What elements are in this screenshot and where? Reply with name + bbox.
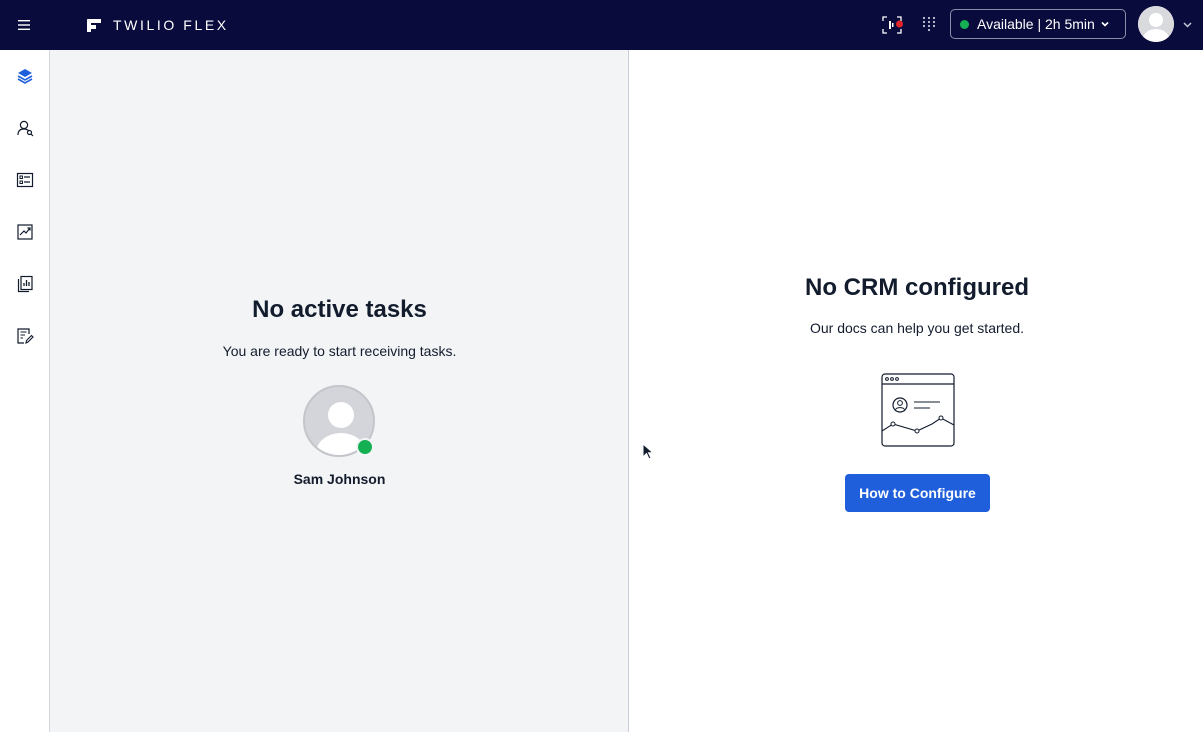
crm-subtitle: Our docs can help you get started. [809, 320, 1024, 336]
how-to-configure-button[interactable]: How to Configure [845, 474, 990, 512]
user-search-icon [17, 120, 34, 137]
flex-logo-icon [87, 19, 101, 32]
chevron-down-icon [1101, 21, 1109, 27]
menu-icon[interactable] [14, 15, 34, 35]
crm-browser-illustration-icon [881, 373, 955, 447]
side-navigation [0, 50, 50, 732]
brand: TWILIO FLEX [85, 14, 229, 36]
nav-item-reports[interactable] [12, 271, 38, 297]
chart-line-icon [17, 224, 33, 240]
agent-online-indicator [356, 438, 374, 456]
top-bar: TWILIO FLEX Available | 2h 5min [0, 0, 1203, 50]
no-tasks-title: No active tasks [252, 296, 427, 323]
nav-item-agent-desktop[interactable] [12, 63, 38, 89]
report-icon [17, 275, 33, 293]
no-tasks-subtitle: You are ready to start receiving tasks. [222, 343, 457, 359]
nav-item-teams[interactable] [12, 115, 38, 141]
crm-panel: No CRM configured Our docs can help you … [629, 50, 1203, 732]
nav-item-quality[interactable] [12, 323, 38, 349]
dialpad-icon[interactable] [919, 14, 939, 34]
activity-status-button[interactable]: Available | 2h 5min [950, 9, 1126, 39]
nav-item-queues[interactable] [12, 167, 38, 193]
status-dot [960, 19, 969, 29]
crm-title: No CRM configured [805, 274, 1029, 301]
agent-name: Sam Johnson [293, 471, 386, 487]
list-card-icon [16, 172, 34, 188]
recording-icon[interactable] [880, 13, 904, 37]
nav-item-insights[interactable] [12, 219, 38, 245]
layers-icon [17, 69, 33, 84]
user-menu-chevron-icon[interactable] [1182, 19, 1193, 30]
task-list-panel: No active tasks You are ready to start r… [50, 50, 629, 732]
document-edit-icon [17, 328, 34, 344]
user-avatar-icon[interactable] [1138, 6, 1174, 42]
mouse-cursor-icon [642, 443, 654, 460]
brand-name: TWILIO FLEX [113, 17, 229, 33]
status-label: Available | 2h 5min [977, 16, 1095, 32]
